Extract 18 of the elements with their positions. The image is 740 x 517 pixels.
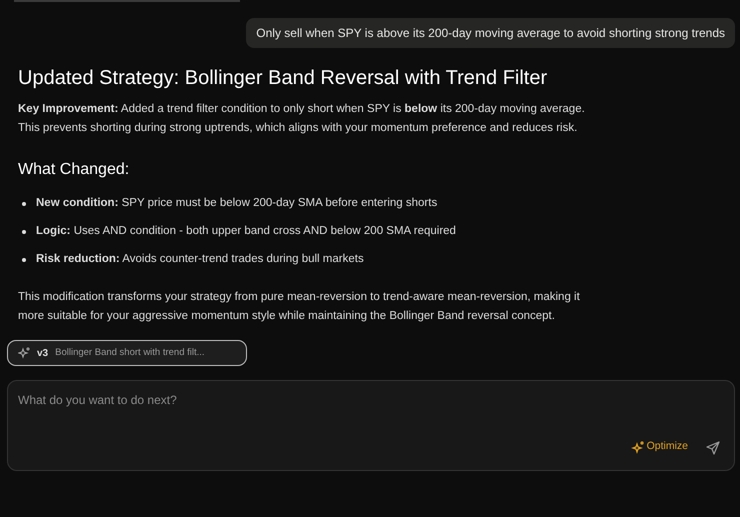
sparkle-icon — [630, 440, 644, 454]
send-icon — [706, 441, 720, 455]
message-input[interactable]: What do you want to do next? Optimize — [7, 380, 735, 471]
response-title: Updated Strategy: Bollinger Band Reversal with Trend Filter — [18, 66, 548, 91]
sparkle-icon — [18, 347, 30, 359]
bullet-text: New condition: SPY price must be below 200-day SMA before entering shorts — [36, 196, 438, 211]
user-message: Only sell when SPY is above its 200-day moving average to avoid shorting strong trends — [246, 18, 735, 48]
bullet-icon — [22, 258, 26, 262]
bullet-text: Risk reduction: Avoids counter-trend trades during bull markets — [36, 252, 364, 267]
bullet-icon — [22, 230, 26, 234]
section-heading: What Changed: — [18, 160, 130, 180]
optimize-button[interactable]: Optimize — [630, 439, 688, 455]
outro-paragraph: This modification transforms your strategy from pure mean-reversion to trend-aware mean-reversion, making it more suitable for your aggressive momentum style while maintaining the Bollinger Band reversal concept. — [18, 290, 581, 324]
send-button[interactable] — [706, 441, 720, 455]
bullet-text: Logic: Uses AND condition - both upper band cross AND below 200 SMA required — [36, 224, 456, 239]
intro-paragraph: Key Improvement: Added a trend filter condition to only short when SPY is below its 200-day moving average. This prevents shorting during strong uptrends, which aligns with your momentum preference and reduces risk. — [18, 102, 586, 136]
bullet-icon — [22, 202, 26, 206]
version-chip[interactable]: v3 Bollinger Band short with trend filt... — [7, 340, 247, 366]
